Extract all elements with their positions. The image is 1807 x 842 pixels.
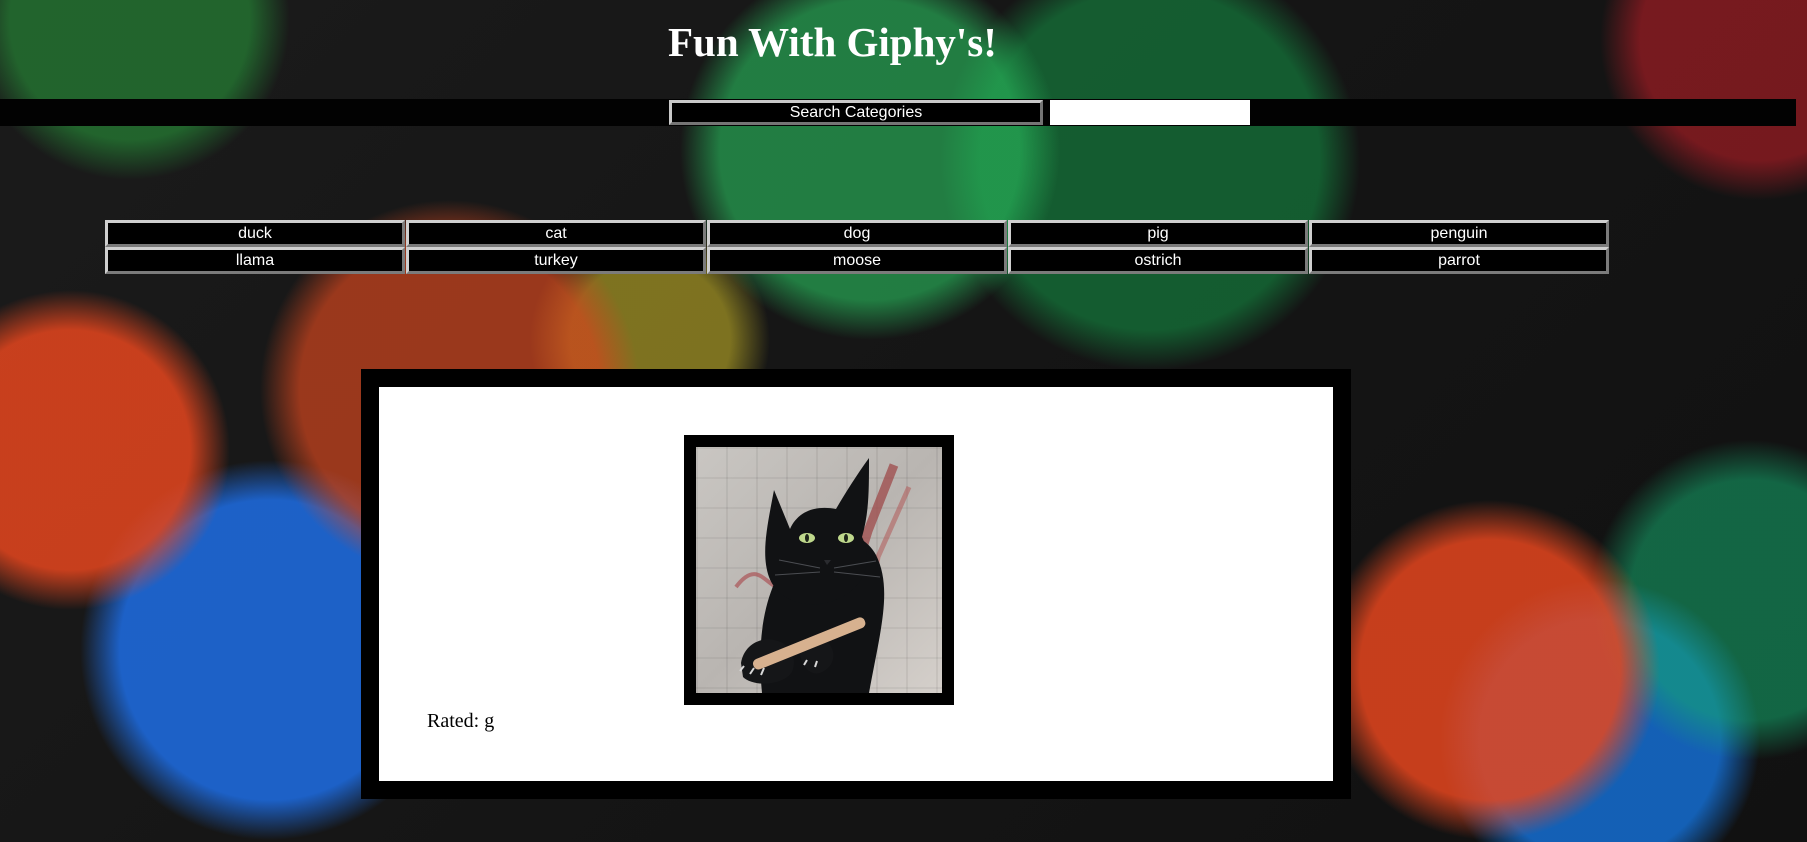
category-button-ostrich[interactable]: ostrich [1008,247,1308,274]
search-input[interactable] [1050,100,1250,125]
category-button-grid: duck cat dog pig penguin llama turkey mo… [105,220,1609,274]
results-panel: Rated: g [361,369,1351,799]
cat-left-pupil [805,534,809,542]
category-button-penguin[interactable]: penguin [1309,220,1609,247]
category-button-parrot[interactable]: parrot [1309,247,1609,274]
cat-right-pupil [844,534,848,542]
cat-gif-illustration [734,458,912,693]
category-button-pig[interactable]: pig [1008,220,1308,247]
cat-head [765,458,869,605]
category-button-cat[interactable]: cat [406,220,706,247]
category-button-turkey[interactable]: turkey [406,247,706,274]
category-button-dog[interactable]: dog [707,220,1007,247]
cat-gif-image[interactable] [696,447,942,693]
gif-frame[interactable] [684,435,954,705]
page-title: Fun With Giphy's! [668,19,997,65]
category-button-llama[interactable]: llama [105,247,405,274]
category-button-moose[interactable]: moose [707,247,1007,274]
results-content: Rated: g [379,387,1333,781]
search-categories-button[interactable]: Search Categories [669,100,1043,125]
category-button-duck[interactable]: duck [105,220,405,247]
search-bar: Search Categories [0,99,1796,126]
gif-rating: Rated: g [427,710,495,732]
